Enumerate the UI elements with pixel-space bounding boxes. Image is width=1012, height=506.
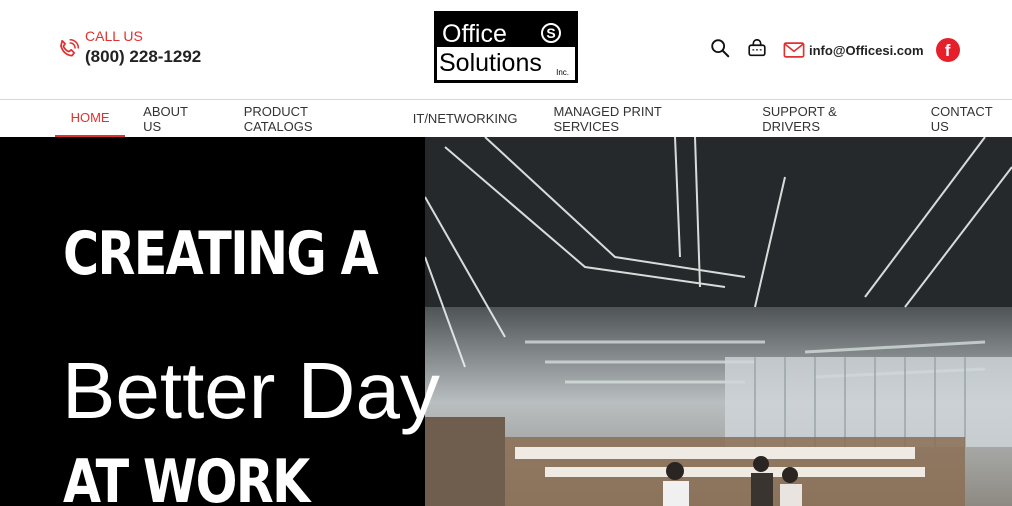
search-button[interactable]: [709, 37, 731, 64]
nav-item-managed-print-services[interactable]: MANAGED PRINT SERVICES: [553, 100, 726, 137]
phone-number[interactable]: (800) 228-1292: [85, 46, 201, 68]
email-link[interactable]: info@Officesi.com: [783, 41, 924, 59]
email-address: info@Officesi.com: [809, 42, 924, 58]
nav-item-product-catalogs[interactable]: PRODUCT CATALOGS: [244, 100, 377, 137]
logo-word-solutions: Solutions: [439, 49, 542, 77]
hero-heading-line3: AT WORK: [63, 447, 310, 506]
office-interior-photo: [425, 137, 1012, 506]
site-logo[interactable]: Office S Solutions Inc.: [434, 11, 578, 83]
nav-item-support-drivers[interactable]: SUPPORT & DRIVERS: [762, 100, 895, 137]
logo-badge: S: [541, 23, 561, 43]
call-us-label: CALL US: [85, 28, 143, 44]
logo-suffix: Inc.: [556, 68, 569, 77]
phone-icon: [60, 38, 80, 57]
facebook-icon[interactable]: f: [935, 38, 960, 62]
hero-banner: CREATING A Better Day AT WORK: [0, 137, 1012, 506]
site-header: CALL US (800) 228-1292 Office S Solution…: [0, 0, 1012, 100]
logo-word-office: Office: [442, 20, 507, 48]
mail-icon: [783, 42, 805, 58]
nav-list: HOME ABOUT US PRODUCT CATALOGS IT/NETWOR…: [55, 100, 1012, 137]
hero-heading-line1: CREATING A: [63, 219, 379, 289]
nav-item-home[interactable]: HOME: [55, 100, 126, 137]
search-icon: [711, 38, 730, 57]
cart-button[interactable]: [746, 37, 768, 64]
nav-item-it-networking[interactable]: IT/NETWORKING: [413, 100, 518, 137]
shopping-bag-icon: [748, 38, 766, 56]
call-us-block[interactable]: CALL US (800) 228-1292: [55, 28, 201, 68]
main-nav: HOME ABOUT US PRODUCT CATALOGS IT/NETWOR…: [0, 99, 1012, 137]
nav-item-about-us[interactable]: ABOUT US: [143, 100, 208, 137]
header-tools: info@Officesi.com f: [709, 36, 960, 64]
hero-heading-line2: Better Day: [62, 346, 440, 435]
nav-item-contact-us[interactable]: CONTACT US: [931, 100, 1012, 137]
